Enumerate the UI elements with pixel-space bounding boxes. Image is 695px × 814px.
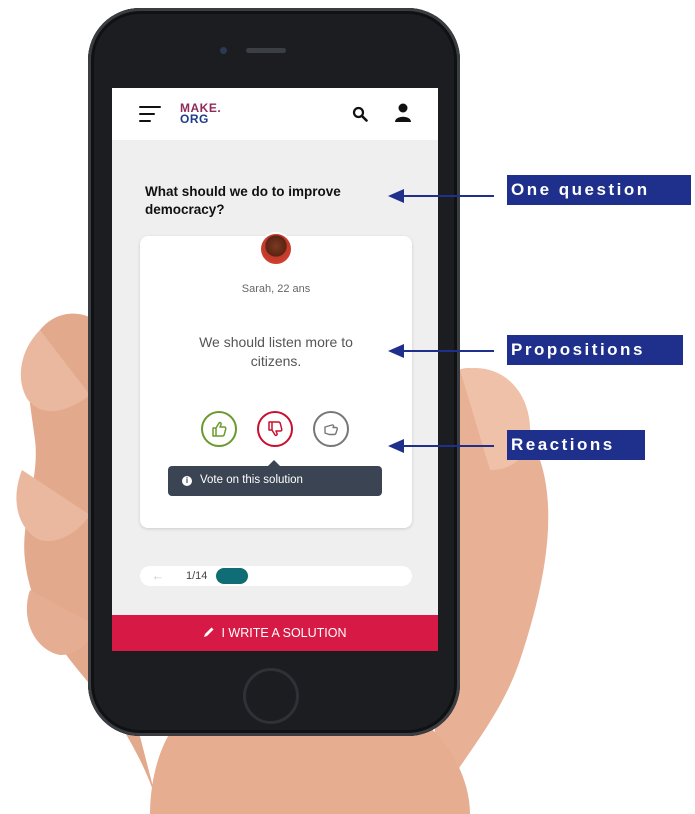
write-solution-button[interactable]: I WRITE A SOLUTION: [112, 615, 438, 651]
home-button[interactable]: [243, 668, 299, 724]
back-arrow-icon[interactable]: ←: [146, 568, 170, 584]
speaker: [246, 48, 286, 53]
top-bar: MAKE. ORG: [112, 88, 438, 140]
pager: ← 1/14: [140, 566, 412, 586]
camera: [220, 47, 227, 54]
question-title: What should we do to improve democracy?: [145, 184, 341, 217]
hand-neutral-icon: [324, 424, 339, 436]
search-icon[interactable]: [352, 106, 368, 122]
hamburger-menu-icon[interactable]: [139, 105, 161, 123]
proposal-author: Sarah, 22 ans: [241, 283, 311, 295]
arrow-propositions: [388, 344, 494, 358]
vote-tooltip: i Vote on this solution: [168, 460, 382, 496]
label-propositions: Propositions: [507, 335, 683, 365]
pencil-icon: [204, 627, 214, 637]
thumbs-down-icon: [268, 421, 283, 437]
label-reactions: Reactions: [507, 430, 645, 460]
proposal-card: Sarah, 22 ans We should listen more to c…: [140, 232, 412, 528]
user-icon[interactable]: [394, 103, 412, 123]
proposal-text: We should listen more to citizens.: [199, 334, 353, 369]
write-solution-label: I WRITE A SOLUTION: [221, 626, 347, 640]
vote-neutral-button[interactable]: [313, 411, 349, 447]
label-one-question: One question: [507, 175, 691, 205]
logo-line-2: ORG: [180, 112, 209, 126]
progress-bar: [216, 568, 406, 584]
vote-agree-button[interactable]: [201, 411, 237, 447]
avatar: [259, 232, 293, 266]
app-screen: MAKE. ORG What should we do to improve d…: [112, 88, 438, 651]
progress-fill: [216, 568, 248, 584]
vote-disagree-button[interactable]: [257, 411, 293, 447]
info-icon: i: [182, 476, 192, 486]
thumbs-up-icon: [212, 421, 227, 437]
tooltip-text: Vote on this solution: [200, 474, 303, 486]
arrow-reactions: [388, 439, 494, 453]
progress-counter: 1/14: [186, 570, 208, 582]
arrow-question: [388, 189, 494, 203]
makeorg-logo[interactable]: MAKE. ORG: [180, 101, 240, 129]
